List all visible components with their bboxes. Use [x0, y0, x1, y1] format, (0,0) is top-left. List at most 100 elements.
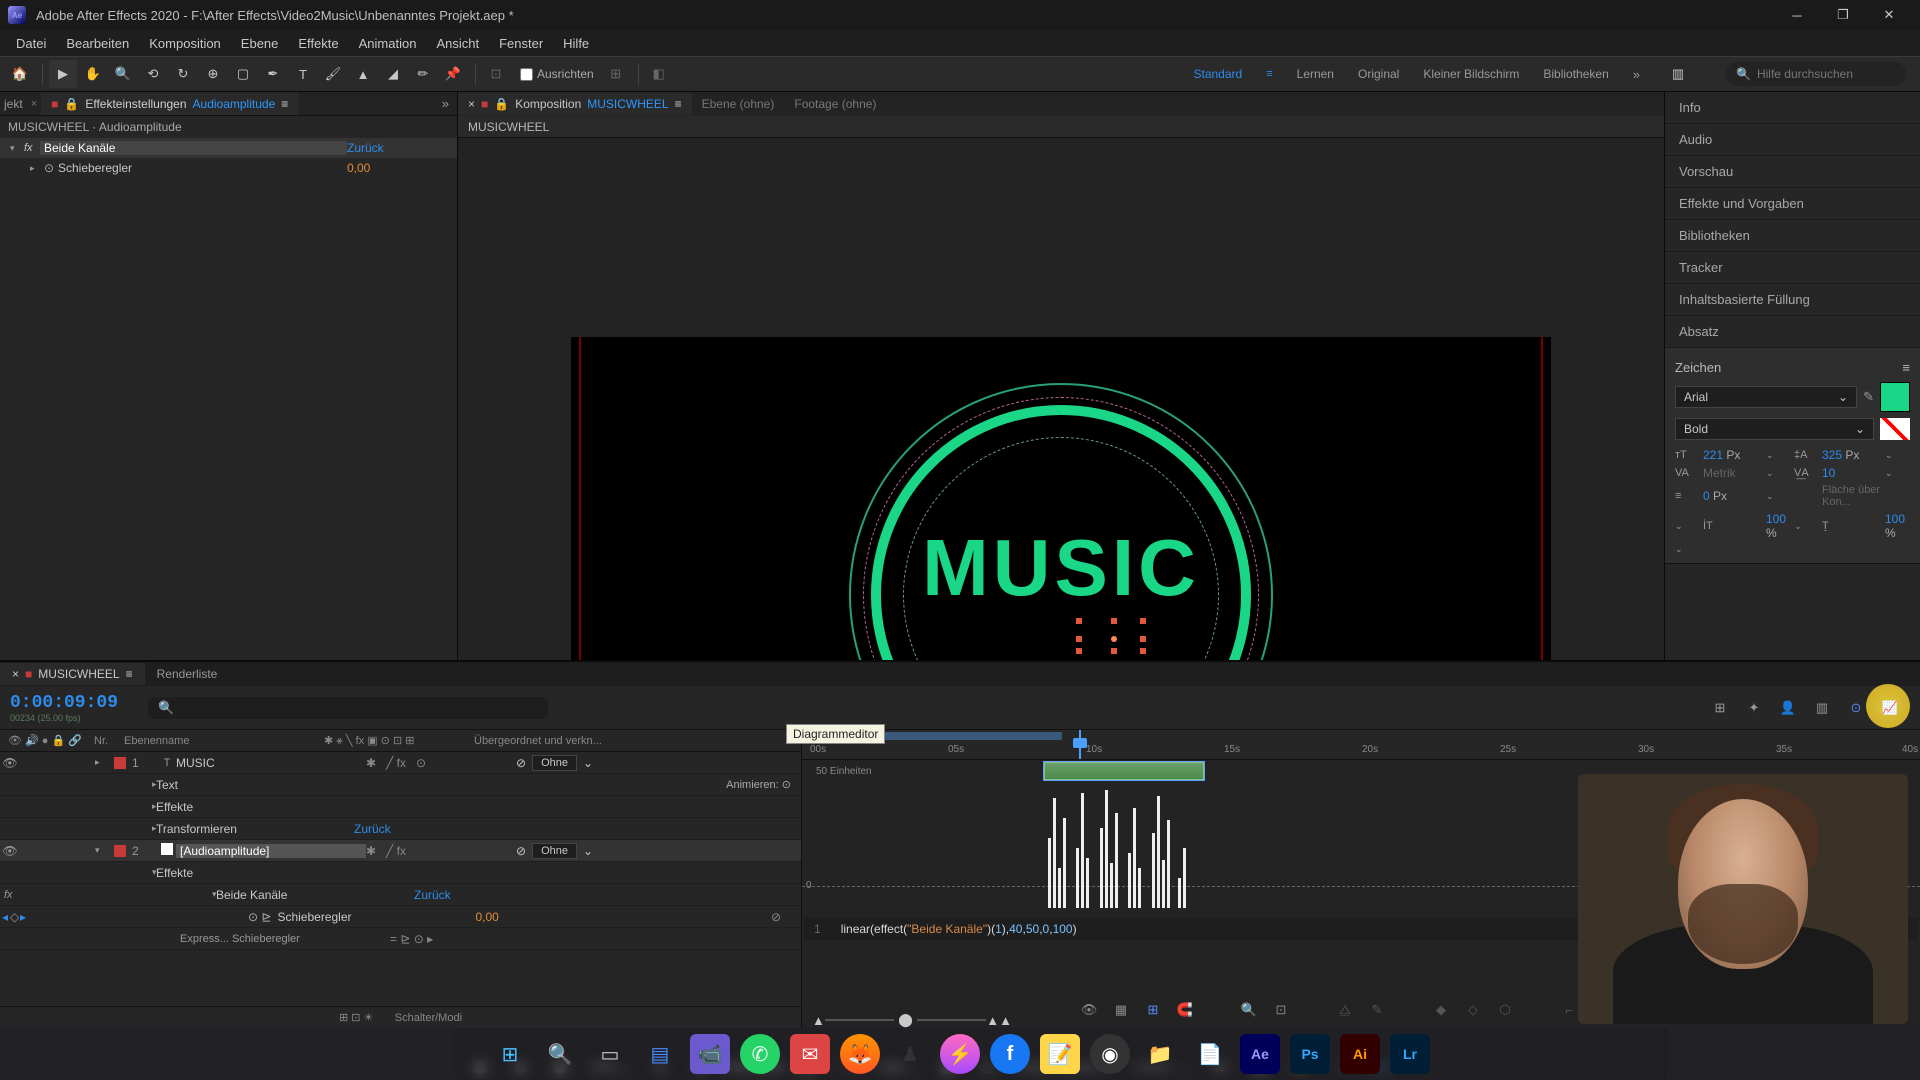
task-obs[interactable]: ◉: [1090, 1034, 1130, 1074]
frame-blend-icon[interactable]: ▥: [1810, 696, 1834, 720]
gt-edit-icon[interactable]: ✎: [1367, 1000, 1387, 1020]
snap-opts-icon[interactable]: ⊞: [602, 60, 630, 88]
shape-tool[interactable]: ▢: [229, 60, 257, 88]
orbit-tool[interactable]: ⟲: [139, 60, 167, 88]
effects-tab[interactable]: ■ 🔒 Effekteinstellungen Audioamplitude ≡: [41, 93, 298, 115]
workspace-overflow-icon[interactable]: »: [1633, 67, 1640, 82]
menu-komposition[interactable]: Komposition: [139, 32, 231, 55]
layer-1[interactable]: 👁 ▸ 1 T MUSIC ✱ ╱ fx ⊙ ⊘ Ohne ⌄: [0, 752, 801, 774]
effect-beide-kanaele[interactable]: ▾fx Beide Kanäle Zurück: [0, 138, 457, 158]
timeline-search[interactable]: 🔍: [148, 697, 548, 719]
layer-2-effects[interactable]: ▾Effekte: [0, 862, 801, 884]
gt-kf3-icon[interactable]: ⬡: [1495, 1000, 1515, 1020]
panel-tracker[interactable]: Tracker: [1665, 252, 1920, 284]
maximize-button[interactable]: ❐: [1820, 0, 1866, 30]
layer-2-beide[interactable]: fx▾Beide KanäleZurück: [0, 884, 801, 906]
gt-zoom-icon[interactable]: 🔍: [1239, 1000, 1259, 1020]
gt-ease1-icon[interactable]: ⌐: [1559, 1000, 1579, 1020]
task-view[interactable]: ▭: [590, 1034, 630, 1074]
hand-tool[interactable]: ✋: [79, 60, 107, 88]
panel-bibliotheken[interactable]: Bibliotheken: [1665, 220, 1920, 252]
selection-tool[interactable]: ▶: [49, 60, 77, 88]
layer-1-text[interactable]: ▸TextAnimieren: ⊙: [0, 774, 801, 796]
menu-datei[interactable]: Datei: [6, 32, 56, 55]
panel-info[interactable]: Info: [1665, 92, 1920, 124]
task-explorer[interactable]: 📁: [1140, 1034, 1180, 1074]
task-chess[interactable]: ♟: [890, 1034, 930, 1074]
task-facebook[interactable]: f: [990, 1034, 1030, 1074]
stroke-mode[interactable]: Fläche über Kon...: [1822, 484, 1905, 508]
task-notepad[interactable]: 📄: [1190, 1034, 1230, 1074]
panel-overflow-icon[interactable]: »: [434, 96, 457, 111]
footage-tab[interactable]: Footage (ohne): [784, 93, 886, 115]
timeline-ruler[interactable]: 00s 05s 10s 15s 20s 25s 30s 35s 40s: [802, 730, 1920, 760]
text-tool[interactable]: T: [289, 60, 317, 88]
stroke-value[interactable]: 0 Px: [1703, 489, 1758, 503]
layer-2-slider[interactable]: ◂◇▸⊙ ⊵Schieberegler0,00⊘: [0, 906, 801, 928]
gt-kf1-icon[interactable]: ◆: [1431, 1000, 1451, 1020]
pen-tool[interactable]: ✒: [259, 60, 287, 88]
gt-eye-icon[interactable]: 👁: [1079, 1000, 1099, 1020]
comp-path[interactable]: MUSICWHEEL: [458, 116, 1664, 138]
layer-tab[interactable]: Ebene (ohne): [692, 93, 785, 115]
hscale-value[interactable]: 100 %: [1885, 512, 1905, 540]
gt-choose-icon[interactable]: ▦: [1111, 1000, 1131, 1020]
help-search[interactable]: 🔍 Hilfe durchsuchen: [1726, 62, 1906, 86]
font-weight-dropdown[interactable]: Bold⌄: [1675, 418, 1874, 440]
task-teams[interactable]: 📹: [690, 1034, 730, 1074]
graph-editor-button[interactable]: 📈: [1878, 696, 1902, 720]
task-ai[interactable]: Ai: [1340, 1034, 1380, 1074]
timeline-tab-render[interactable]: Renderliste: [145, 663, 230, 685]
vscale-value[interactable]: 100 %: [1766, 512, 1786, 540]
panel-effekte[interactable]: Effekte und Vorgaben: [1665, 188, 1920, 220]
workspace-kleiner[interactable]: Kleiner Bildschirm: [1423, 67, 1519, 81]
brush-tool[interactable]: 🖌: [319, 60, 347, 88]
workspace-lernen[interactable]: Lernen: [1297, 67, 1334, 81]
task-notes[interactable]: 📝: [1040, 1034, 1080, 1074]
gt-sep-icon[interactable]: ⧋: [1335, 1000, 1355, 1020]
panel-absatz[interactable]: Absatz: [1665, 316, 1920, 348]
gt-snap-icon[interactable]: 🧲: [1175, 1000, 1195, 1020]
roto-tool[interactable]: ✏: [409, 60, 437, 88]
snap-icon[interactable]: ⊡: [482, 60, 510, 88]
task-ps[interactable]: Ps: [1290, 1034, 1330, 1074]
leading-value[interactable]: 325 Px: [1822, 448, 1877, 462]
mask-mode-icon[interactable]: ◧: [645, 60, 673, 88]
fontsize-value[interactable]: 221 Px: [1703, 448, 1758, 462]
zoom-tool[interactable]: 🔍: [109, 60, 137, 88]
panel-vorschau[interactable]: Vorschau: [1665, 156, 1920, 188]
effect-schieberegler[interactable]: ▸⊙ Schieberegler 0,00: [0, 158, 457, 178]
workspace-bibliotheken[interactable]: Bibliotheken: [1543, 67, 1608, 81]
project-tab-close-icon[interactable]: ×: [27, 98, 41, 110]
comp-tab[interactable]: ×■🔒 Komposition MUSICWHEEL ≡: [458, 93, 692, 115]
workspace-standard[interactable]: Standard: [1193, 67, 1242, 81]
task-search[interactable]: 🔍: [540, 1034, 580, 1074]
timeline-zoom-slider[interactable]: ▲⬤▲▲: [812, 1014, 1012, 1026]
task-widgets[interactable]: ▤: [640, 1034, 680, 1074]
draft3d-icon[interactable]: ✦: [1742, 696, 1766, 720]
layer-1-effects[interactable]: ▸Effekte: [0, 796, 801, 818]
task-messenger[interactable]: ⚡: [940, 1034, 980, 1074]
menu-bearbeiten[interactable]: Bearbeiten: [56, 32, 139, 55]
layer-2[interactable]: 👁 ▾ 2 [Audioamplitude] ✱ ╱ fx ⊘ Ohne ⌄: [0, 840, 801, 862]
workspace-panel-icon[interactable]: ▥: [1664, 60, 1692, 88]
eyedropper-icon[interactable]: ✎: [1863, 389, 1874, 405]
rotate-tool[interactable]: ↻: [169, 60, 197, 88]
home-tool[interactable]: 🏠: [6, 60, 34, 88]
task-firefox[interactable]: 🦊: [840, 1034, 880, 1074]
menu-effekte[interactable]: Effekte: [288, 32, 348, 55]
workspace-menu-icon[interactable]: ≡: [1266, 68, 1272, 80]
gt-fit-icon[interactable]: ⊡: [1271, 1000, 1291, 1020]
tracking-value[interactable]: 10: [1822, 466, 1877, 480]
menu-fenster[interactable]: Fenster: [489, 32, 553, 55]
task-mail[interactable]: ✉: [790, 1034, 830, 1074]
panel-audio[interactable]: Audio: [1665, 124, 1920, 156]
char-menu-icon[interactable]: ≡: [1902, 360, 1910, 375]
timeline-timecode[interactable]: 0:00:09:09: [10, 693, 118, 713]
font-family-dropdown[interactable]: Arial⌄: [1675, 386, 1857, 408]
menu-hilfe[interactable]: Hilfe: [553, 32, 599, 55]
task-lr[interactable]: Lr: [1390, 1034, 1430, 1074]
task-start[interactable]: ⊞: [490, 1034, 530, 1074]
stamp-tool[interactable]: ▲: [349, 60, 377, 88]
menu-animation[interactable]: Animation: [349, 32, 427, 55]
